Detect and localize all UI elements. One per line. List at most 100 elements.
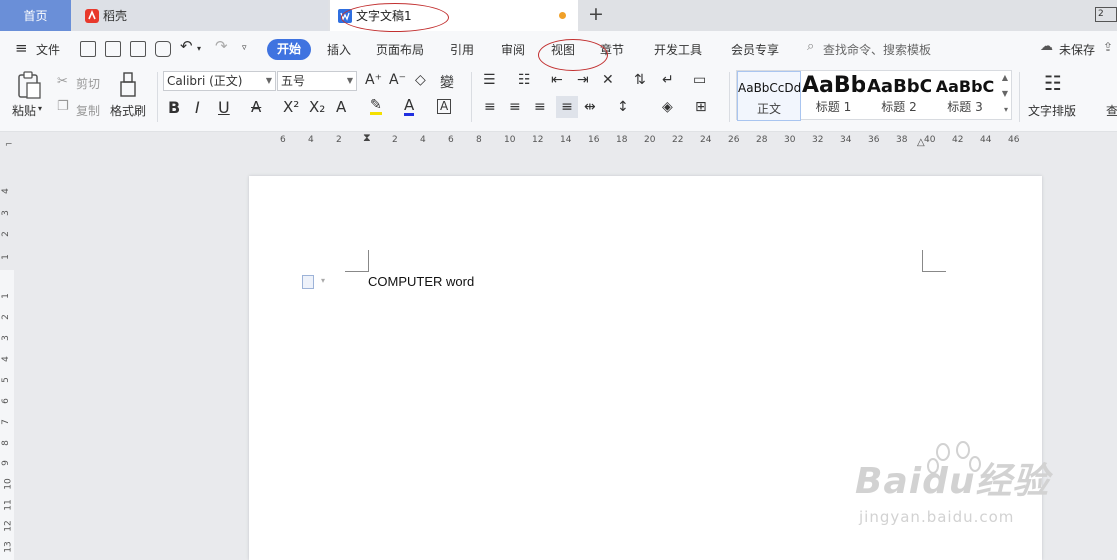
share-icon[interactable]: ⇪ (1103, 40, 1113, 54)
text-layout-button[interactable]: 文字排版 (1028, 102, 1076, 119)
ruler-tick-label: 44 (980, 135, 992, 145)
ruler-tick-label: 10 (3, 478, 14, 490)
ruler-tick-label: 30 (784, 135, 796, 145)
print-icon[interactable] (130, 41, 146, 57)
font-name-select[interactable]: Calibri (正文) ▼ (163, 71, 276, 91)
ruler-tick-label: 10 (504, 135, 516, 145)
style-heading-2[interactable]: AaBbC 标题 2 (867, 71, 931, 121)
menu-file[interactable]: 文件 (36, 41, 60, 58)
menu-review[interactable]: 审阅 (501, 41, 525, 58)
watermark-url: jingyan.baidu.com (859, 508, 1015, 526)
text-effect-icon[interactable]: A (336, 98, 346, 116)
paste-dropdown-icon[interactable]: ▾ (38, 104, 42, 113)
ruler-tick-label: 16 (588, 135, 600, 145)
copy-button[interactable]: 复制 (76, 102, 100, 119)
shrink-font-icon[interactable]: A⁻ (389, 72, 406, 88)
window-switch-button[interactable]: 2 (1095, 7, 1117, 22)
cut-button[interactable]: 剪切 (76, 75, 100, 92)
highlight-icon[interactable]: ✎ (370, 98, 382, 115)
underline-icon[interactable]: U (218, 98, 230, 117)
clear-format-icon[interactable]: ◇ (415, 72, 426, 88)
italic-icon[interactable]: I (195, 98, 200, 117)
bullet-list-icon[interactable]: ☰ (483, 72, 496, 88)
chinese-layout-icon[interactable]: ✕ (602, 72, 614, 88)
gallery-more-icon[interactable]: ▾ (1004, 105, 1008, 114)
paste-button[interactable]: 粘贴 (12, 102, 36, 119)
strikethrough-icon[interactable]: A (251, 98, 261, 116)
ruler-tick-label: 20 (644, 135, 656, 145)
print-preview-icon[interactable] (155, 41, 171, 57)
indent-marker-icon[interactable]: ⧗ (363, 131, 371, 145)
superscript-icon[interactable]: X² (283, 98, 299, 116)
style-label: 标题 3 (947, 100, 983, 114)
document-body-text[interactable]: COMPUTER word (368, 274, 474, 289)
quick-access-dropdown-icon[interactable]: ▿ (242, 43, 247, 53)
menu-reference[interactable]: 引用 (450, 41, 474, 58)
ruler-tick-label: 28 (756, 135, 768, 145)
undo-icon[interactable]: ↶ (180, 37, 193, 55)
baidu-paw-logo-icon (927, 441, 981, 474)
tab-bar: 首页 稻壳 文字文稿1 + 2 (0, 0, 1117, 31)
numbered-list-icon[interactable]: ☷ (518, 72, 531, 88)
distribute-icon[interactable]: ⇹ (584, 99, 596, 115)
style-normal[interactable]: AaBbCcDd 正文 (737, 71, 801, 121)
subscript-icon[interactable]: X₂ (309, 98, 325, 116)
gallery-down-icon[interactable]: ▼ (1002, 89, 1008, 98)
export-pdf-icon[interactable] (105, 41, 121, 57)
grow-font-icon[interactable]: A⁺ (365, 72, 382, 88)
tab-daoke[interactable]: 稻壳 (73, 0, 328, 31)
increase-indent-icon[interactable]: ⇥ (577, 72, 589, 88)
right-indent-icon[interactable]: △ (917, 137, 925, 148)
menu-layout[interactable]: 页面布局 (376, 41, 424, 58)
command-search-input[interactable]: 查找命令、搜索模板 (823, 41, 931, 58)
paste-icon[interactable] (16, 71, 42, 99)
tab-stops-icon[interactable]: ▭ (693, 72, 706, 88)
align-right-icon[interactable]: ≡ (534, 99, 546, 115)
ruler-tick-label: 6 (448, 135, 454, 145)
ruler-tick-label: 42 (952, 135, 964, 145)
ruler-tick-label: 24 (700, 135, 712, 145)
justify-icon[interactable]: ≡ (556, 96, 578, 118)
paragraph-dropdown-icon[interactable]: ▾ (321, 276, 325, 285)
format-painter-icon[interactable] (118, 72, 140, 98)
ruler-tick-label: 3 (0, 335, 11, 341)
redo-icon[interactable]: ↷ (215, 37, 228, 55)
tab-home[interactable]: 首页 (0, 0, 71, 31)
format-painter-button[interactable]: 格式刷 (110, 102, 146, 119)
ruler-tick-label: 38 (896, 135, 908, 145)
ruler-tick-label: 4 (0, 356, 11, 362)
find-button[interactable]: 查 (1106, 102, 1117, 119)
line-spacing-icon[interactable]: ↕ (617, 99, 629, 115)
annotation-ellipse-tab (341, 3, 449, 32)
font-size-select[interactable]: 五号 ▼ (277, 71, 357, 91)
font-color-icon[interactable]: A (404, 98, 415, 116)
align-left-icon[interactable]: ≡ (484, 99, 496, 115)
scissors-icon: ✂ (57, 74, 68, 89)
menu-member[interactable]: 会员专享 (731, 41, 779, 58)
show-marks-icon[interactable]: ↵ (662, 72, 674, 88)
new-tab-button[interactable]: + (588, 3, 604, 25)
hamburger-menu-icon[interactable]: ≡ (15, 39, 28, 57)
save-icon[interactable] (80, 41, 96, 57)
decrease-indent-icon[interactable]: ⇤ (551, 72, 563, 88)
paragraph-handle-icon[interactable] (302, 275, 314, 289)
pinyin-guide-icon[interactable]: 變 (440, 72, 454, 92)
ruler-tick-label: 8 (476, 135, 482, 145)
style-heading-3[interactable]: AaBbC 标题 3 (933, 71, 997, 121)
gallery-up-icon[interactable]: ▲ (1002, 73, 1008, 82)
style-heading-1[interactable]: AaBb 标题 1 (802, 71, 865, 121)
bold-icon[interactable]: B (168, 98, 180, 117)
unsaved-status[interactable]: 未保存 (1059, 41, 1095, 58)
shading-icon[interactable]: ◈ (662, 99, 673, 115)
menu-insert[interactable]: 插入 (327, 41, 351, 58)
borders-icon[interactable]: ⊞ (695, 99, 707, 115)
undo-dropdown-icon[interactable]: ▾ (197, 44, 201, 53)
style-sample: AaBbCcDd (738, 81, 800, 95)
menu-devtools[interactable]: 开发工具 (654, 41, 702, 58)
text-layout-icon[interactable]: ☷ (1044, 71, 1062, 95)
char-border-icon[interactable]: A (437, 99, 452, 114)
menu-start[interactable]: 开始 (267, 39, 311, 60)
sort-icon[interactable]: ⇅ (634, 72, 646, 88)
ruler-tick-label: 2 (336, 135, 342, 145)
align-center-icon[interactable]: ≡ (509, 99, 521, 115)
